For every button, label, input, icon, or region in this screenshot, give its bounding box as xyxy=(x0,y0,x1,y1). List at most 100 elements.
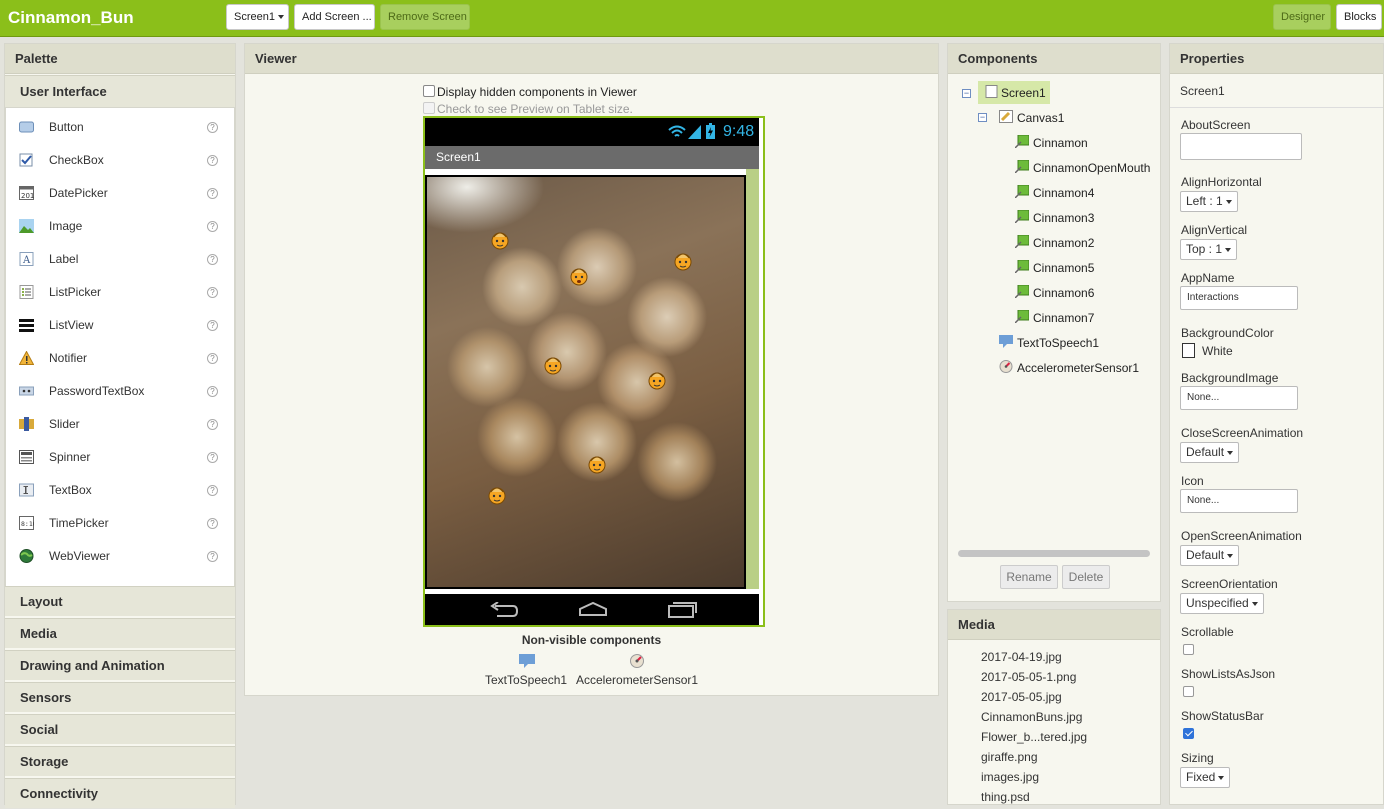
help-icon[interactable]: ? xyxy=(207,353,218,364)
about-screen-textarea[interactable] xyxy=(1180,133,1302,160)
show-status-bar-checkbox[interactable] xyxy=(1183,728,1194,739)
cinnamon6-sprite[interactable] xyxy=(487,485,507,505)
background-image-picker[interactable]: None... xyxy=(1180,386,1298,410)
help-icon[interactable]: ? xyxy=(207,254,218,265)
chevron-down-icon xyxy=(1218,775,1225,780)
icon-picker[interactable]: None... xyxy=(1180,489,1298,513)
align-horizontal-select[interactable]: Left : 1 xyxy=(1180,191,1238,212)
help-icon[interactable]: ? xyxy=(207,122,218,133)
help-icon[interactable]: ? xyxy=(207,419,218,430)
cinnamon5-sprite[interactable] xyxy=(587,454,607,474)
help-icon[interactable]: ? xyxy=(207,287,218,298)
palette-item-label: ListPicker xyxy=(49,285,102,299)
help-icon[interactable]: ? xyxy=(207,452,218,463)
palette-item-image[interactable]: Image ? xyxy=(6,210,234,243)
open-animation-label: OpenScreenAnimation xyxy=(1181,529,1302,543)
palette-item-passwordtextbox[interactable]: PasswordTextBox ? xyxy=(6,375,234,408)
category-media[interactable]: Media xyxy=(5,618,235,648)
media-file[interactable]: giraffe.png xyxy=(981,750,1038,764)
palette-panel: Palette User Interface Button ? CheckBox… xyxy=(4,43,236,808)
nonvisible-tts[interactable]: TextToSpeech1 xyxy=(485,673,567,687)
category-user-interface[interactable]: User Interface xyxy=(5,75,235,107)
align-vertical-select[interactable]: Top : 1 xyxy=(1180,239,1238,260)
media-file[interactable]: thing.psd xyxy=(981,790,1030,804)
tree-item-screen1[interactable]: Screen1 xyxy=(978,81,1050,104)
tablet-preview-option[interactable]: Check to see Preview on Tablet size. xyxy=(423,102,633,116)
palette-item-spinner[interactable]: Spinner ? xyxy=(6,441,234,474)
category-social[interactable]: Social xyxy=(5,714,235,744)
help-icon[interactable]: ? xyxy=(207,221,218,232)
screen-select-dropdown[interactable]: Screen1 xyxy=(226,4,289,30)
delete-button[interactable]: Delete xyxy=(1062,565,1110,589)
remove-screen-button[interactable]: Remove Screen xyxy=(380,4,470,30)
canvas-area[interactable] xyxy=(425,175,746,589)
close-animation-value: Default xyxy=(1186,445,1225,459)
add-screen-button[interactable]: Add Screen ... xyxy=(294,4,375,30)
palette-item-textbox[interactable]: TextBox ? xyxy=(6,474,234,507)
tablet-preview-checkbox[interactable] xyxy=(423,102,435,114)
palette-item-label: Image xyxy=(49,219,83,233)
speech-bubble-icon xyxy=(519,654,535,668)
app-name-input[interactable]: Interactions xyxy=(1180,286,1298,310)
nonvisible-accelerometer[interactable]: AccelerometerSensor1 xyxy=(576,673,698,687)
properties-divider xyxy=(1170,107,1383,108)
viewer-panel: Viewer Display hidden components in View… xyxy=(244,43,939,696)
background-color-value[interactable]: White xyxy=(1202,344,1233,358)
cinnamon4-sprite[interactable] xyxy=(673,251,693,271)
help-icon[interactable]: ? xyxy=(207,188,218,199)
help-icon[interactable]: ? xyxy=(207,386,218,397)
media-panel: Media 2017-04-19.jpg 2017-05-05-1.png 20… xyxy=(947,609,1161,805)
show-lists-json-checkbox[interactable] xyxy=(1183,686,1194,697)
collapse-canvas-toggle[interactable]: − xyxy=(978,113,987,122)
cinnamon-sprite[interactable] xyxy=(490,230,510,250)
palette-item-listpicker[interactable]: ListPicker ? xyxy=(6,276,234,309)
media-file[interactable]: images.jpg xyxy=(981,770,1039,784)
category-drawing-animation[interactable]: Drawing and Animation xyxy=(5,650,235,680)
hidden-components-checkbox[interactable] xyxy=(423,85,435,97)
media-file[interactable]: 2017-05-05.jpg xyxy=(981,690,1062,704)
help-icon[interactable]: ? xyxy=(207,155,218,166)
palette-item-checkbox[interactable]: CheckBox ? xyxy=(6,144,234,177)
tree-item-label: Screen1 xyxy=(1001,86,1046,100)
media-file[interactable]: 2017-05-05-1.png xyxy=(981,670,1076,684)
properties-panel: Properties Screen1 AboutScreen AlignHori… xyxy=(1169,43,1384,805)
designer-button[interactable]: Designer xyxy=(1273,4,1331,30)
help-icon[interactable]: ? xyxy=(207,518,218,529)
show-status-bar-label: ShowStatusBar xyxy=(1181,709,1264,723)
palette-item-slider[interactable]: Slider ? xyxy=(6,408,234,441)
palette-item-webviewer[interactable]: WebViewer ? xyxy=(6,540,234,573)
close-animation-select[interactable]: Default xyxy=(1180,442,1240,463)
cinnamon-open-mouth-sprite[interactable] xyxy=(569,266,589,286)
media-file[interactable]: 2017-04-19.jpg xyxy=(981,650,1062,664)
help-icon[interactable]: ? xyxy=(207,320,218,331)
palette-item-notifier[interactable]: Notifier ? xyxy=(6,342,234,375)
screen-orientation-label: ScreenOrientation xyxy=(1181,577,1278,591)
hidden-components-option[interactable]: Display hidden components in Viewer xyxy=(423,85,637,99)
rename-button[interactable]: Rename xyxy=(1000,565,1058,589)
palette-item-timepicker[interactable]: 8:10 TimePicker ? xyxy=(6,507,234,540)
palette-item-label: DatePicker xyxy=(49,186,108,200)
horizontal-scrollbar[interactable] xyxy=(958,550,1150,557)
scrollable-checkbox[interactable] xyxy=(1183,644,1194,655)
category-connectivity[interactable]: Connectivity xyxy=(5,778,235,808)
palette-item-button[interactable]: Button ? xyxy=(6,111,234,144)
cinnamon3-sprite[interactable] xyxy=(543,355,563,375)
sizing-select[interactable]: Fixed xyxy=(1180,767,1231,788)
category-layout[interactable]: Layout xyxy=(5,586,235,616)
palette-item-datepicker[interactable]: 201 DatePicker ? xyxy=(6,177,234,210)
media-file[interactable]: Flower_b...tered.jpg xyxy=(981,730,1087,744)
media-file[interactable]: CinnamonBuns.jpg xyxy=(981,710,1082,724)
background-color-swatch[interactable] xyxy=(1182,343,1195,358)
help-icon[interactable]: ? xyxy=(207,551,218,562)
category-storage[interactable]: Storage xyxy=(5,746,235,776)
blocks-button[interactable]: Blocks xyxy=(1336,4,1382,30)
open-animation-select[interactable]: Default xyxy=(1180,545,1240,566)
category-sensors[interactable]: Sensors xyxy=(5,682,235,712)
screen-orientation-select[interactable]: Unspecified xyxy=(1180,593,1264,614)
collapse-screen-toggle[interactable]: − xyxy=(962,89,971,98)
palette-item-listview[interactable]: ListView ? xyxy=(6,309,234,342)
tree-item-label: Cinnamon4 xyxy=(1033,186,1095,200)
palette-item-label-comp[interactable]: A Label ? xyxy=(6,243,234,276)
cinnamon2-sprite[interactable] xyxy=(647,370,667,390)
help-icon[interactable]: ? xyxy=(207,485,218,496)
